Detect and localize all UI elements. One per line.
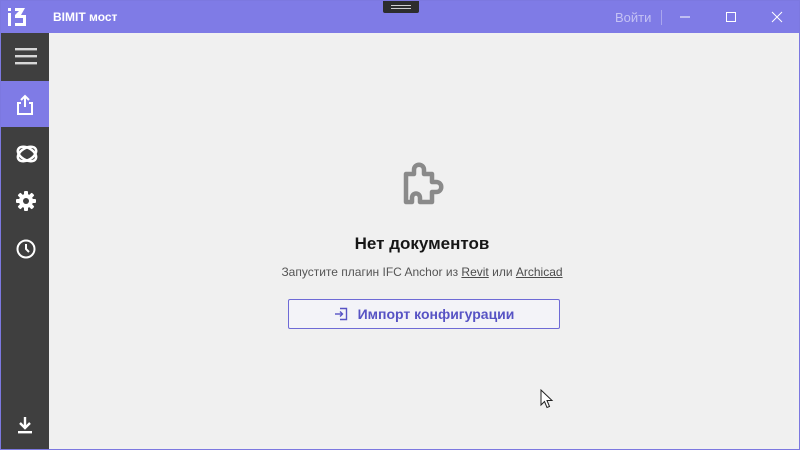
app-logo-icon bbox=[8, 8, 26, 26]
hint-text-or: или bbox=[492, 265, 513, 279]
minimize-button[interactable] bbox=[663, 1, 707, 33]
sidebar-item-export[interactable] bbox=[1, 81, 49, 127]
puzzle-icon bbox=[403, 162, 444, 205]
sidebar bbox=[1, 33, 49, 449]
sidebar-item-menu[interactable] bbox=[1, 33, 49, 79]
login-link[interactable]: Войти bbox=[615, 10, 651, 25]
maximize-icon bbox=[726, 12, 736, 22]
maximize-button[interactable] bbox=[709, 1, 753, 33]
minimize-icon bbox=[680, 16, 690, 18]
title-bar[interactable]: BIMIT мост Войти bbox=[1, 1, 799, 33]
app-window: BIMIT мост Войти Нет документов Запустит… bbox=[0, 0, 800, 450]
empty-state-hint: Запустите плагин IFC Anchor из Revit или… bbox=[50, 265, 794, 279]
mouse-cursor-icon bbox=[540, 389, 554, 409]
titlebar-divider bbox=[661, 10, 662, 25]
drag-handle[interactable] bbox=[383, 1, 419, 13]
revit-link[interactable]: Revit bbox=[461, 265, 488, 279]
hint-text: Запустите плагин IFC Anchor из bbox=[281, 265, 459, 279]
ifc-logo-icon bbox=[16, 145, 38, 163]
gear-icon bbox=[16, 191, 36, 211]
clock-icon bbox=[16, 239, 36, 259]
import-button-label: Импорт конфигурации bbox=[357, 306, 515, 322]
close-button[interactable] bbox=[755, 1, 799, 33]
share-export-icon bbox=[17, 94, 33, 115]
menu-icon bbox=[15, 48, 37, 65]
main-content: Нет документов Запустите плагин IFC Anch… bbox=[50, 36, 794, 446]
import-icon bbox=[334, 307, 347, 321]
close-icon bbox=[771, 11, 783, 23]
import-config-button[interactable]: Импорт конфигурации bbox=[288, 299, 560, 329]
download-icon bbox=[18, 417, 32, 434]
sidebar-item-download[interactable] bbox=[1, 401, 49, 447]
app-title: BIMIT мост bbox=[53, 10, 118, 24]
sidebar-item-history[interactable] bbox=[1, 225, 49, 271]
sidebar-item-ifc[interactable] bbox=[1, 129, 49, 175]
empty-state: Нет документов Запустите плагин IFC Anch… bbox=[50, 36, 794, 446]
sidebar-item-settings[interactable] bbox=[1, 177, 49, 223]
archicad-link[interactable]: Archicad bbox=[516, 265, 563, 279]
empty-state-title: Нет документов bbox=[354, 234, 490, 253]
